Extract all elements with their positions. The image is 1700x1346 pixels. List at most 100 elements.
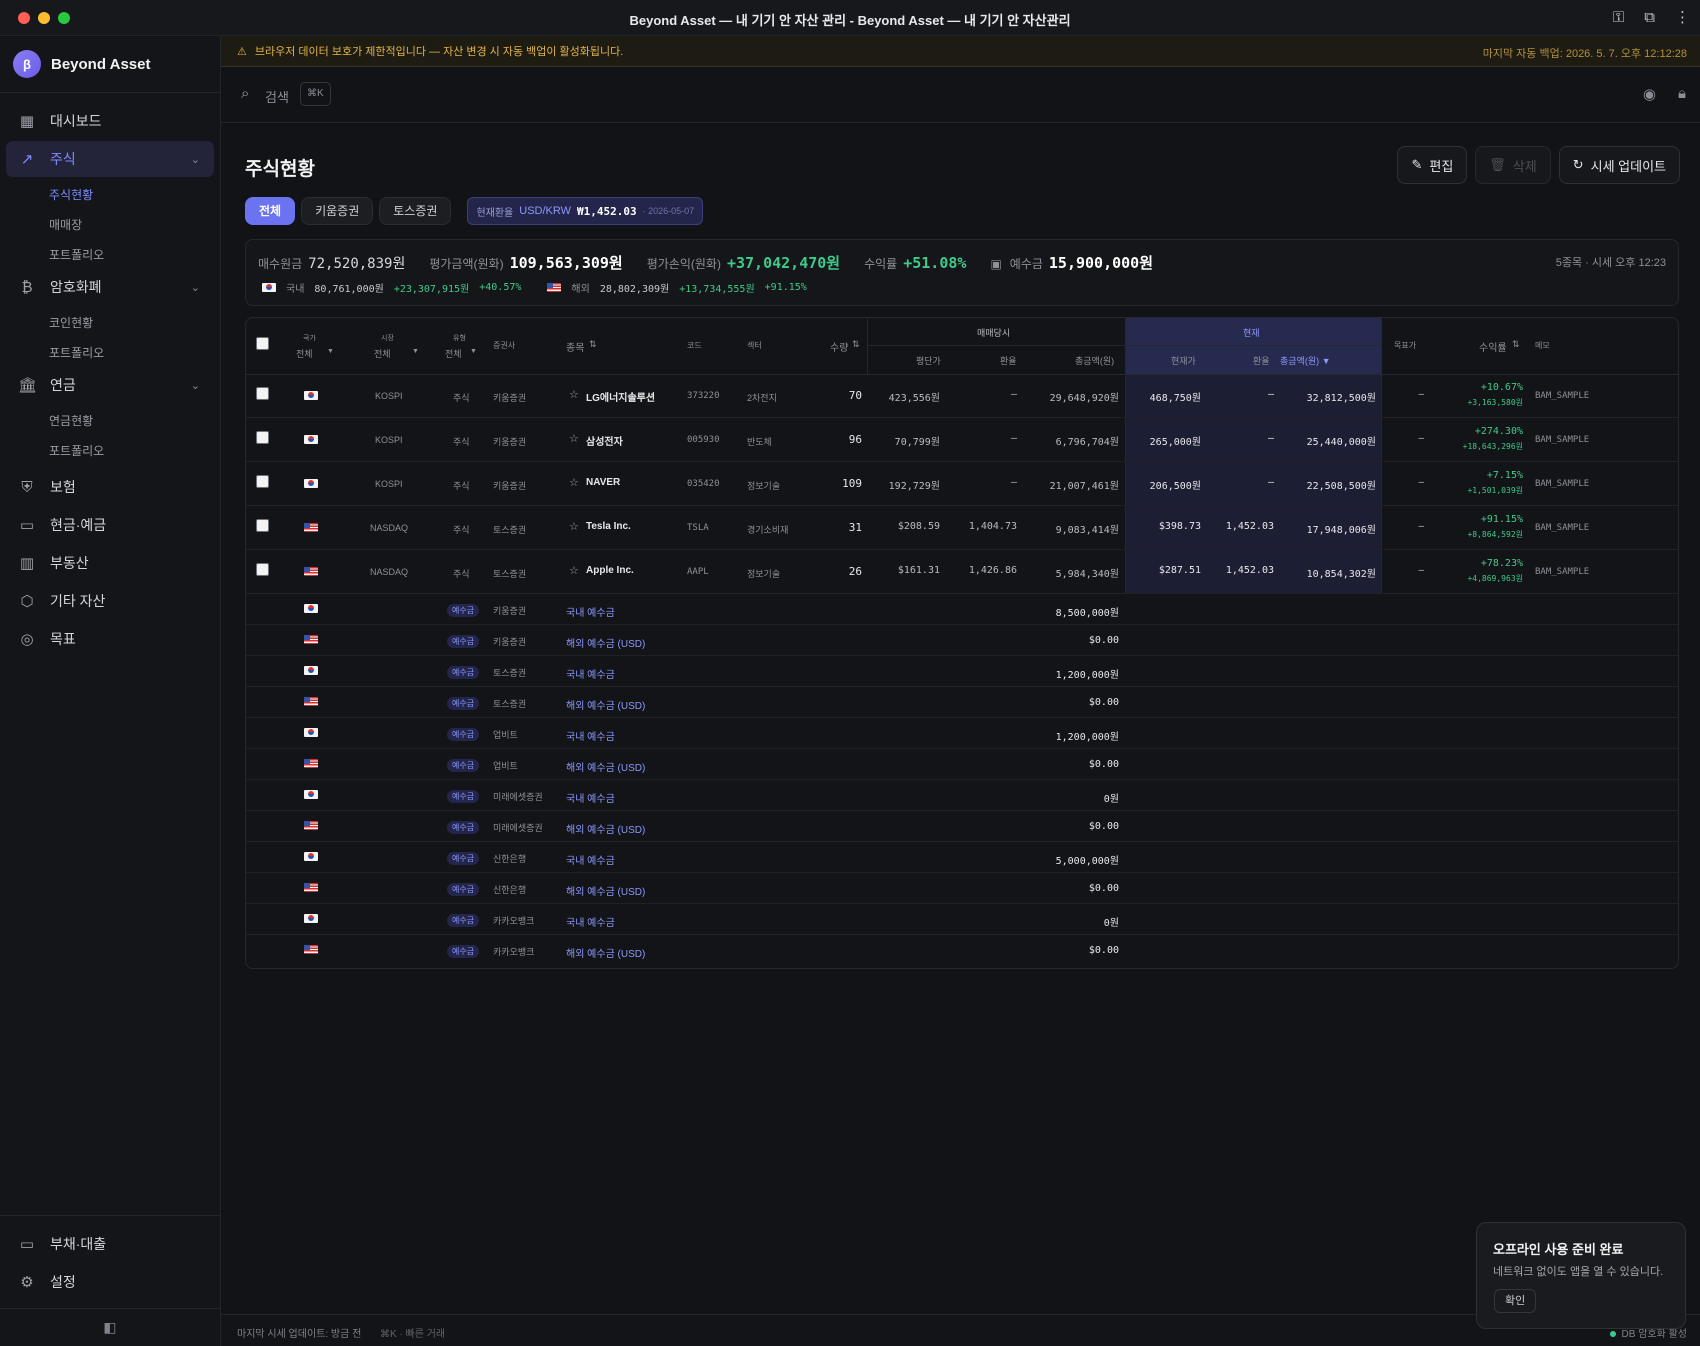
col-name[interactable]: 종목 <box>566 339 584 354</box>
favorite-star-icon[interactable]: ☆ <box>569 520 579 533</box>
update-prices-button[interactable]: ↻ 시세 업데이트 <box>1558 146 1680 184</box>
sidebar-subitem-coin-status[interactable]: 코인현황 <box>0 307 220 337</box>
sidebar-item-stocks[interactable]: ↗ 주식 ⌄ <box>6 141 214 177</box>
market-filter[interactable]: 전체 <box>374 347 391 360</box>
cell-code: TSLA <box>687 523 709 533</box>
deposit-badge: 예수금 <box>447 635 480 648</box>
sort-icon[interactable]: ⇅ <box>1512 339 1520 350</box>
tab-toss[interactable]: 토스증권 <box>379 197 452 225</box>
select-all-checkbox[interactable] <box>256 337 269 350</box>
sidebar-item-debt[interactable]: ▭ 부채·대출 <box>6 1226 214 1262</box>
deposit-name-link[interactable]: 국내 예수금 <box>566 728 615 743</box>
table-row[interactable]: KOSPI 주식 키움증권 ☆ LG에너지솔루션 373220 2차전지 70 … <box>246 374 1678 418</box>
row-checkbox[interactable] <box>256 563 269 576</box>
country-filter[interactable]: 전체 <box>296 347 313 360</box>
cell-broker: 미래에셋증권 <box>493 823 543 833</box>
eye-icon[interactable]: ◉ <box>1643 85 1656 103</box>
deposit-row[interactable]: 예수금 신한은행 해외 예수금 (USD) $0.00 <box>246 873 1678 904</box>
deposit-name-link[interactable]: 국내 예수금 <box>566 914 615 929</box>
deposit-row[interactable]: 예수금 키움증권 해외 예수금 (USD) $0.00 <box>246 625 1678 656</box>
deposit-name-link[interactable]: 국내 예수금 <box>566 666 615 681</box>
sidebar-item-real-estate[interactable]: ▥ 부동산 <box>6 545 214 581</box>
table-row[interactable]: KOSPI 주식 키움증권 ☆ 삼성전자 005930 반도체 96 70,79… <box>246 418 1678 462</box>
deposit-name-link[interactable]: 국내 예수금 <box>566 604 615 619</box>
deposit-row[interactable]: 예수금 신한은행 국내 예수금 5,000,000원 <box>246 842 1678 873</box>
col-return[interactable]: 수익률 <box>1479 339 1507 354</box>
cell-stock-name[interactable]: Tesla Inc. <box>586 521 631 532</box>
extension-icon[interactable]: ⧉ <box>1644 9 1655 26</box>
sidebar-item-other-assets[interactable]: ⬡ 기타 자산 <box>6 583 214 619</box>
cell-cur-total: 25,440,000원 <box>1306 437 1376 448</box>
tab-kiwoom[interactable]: 키움증권 <box>301 197 374 225</box>
key-icon[interactable]: ⚿ <box>1613 9 1624 26</box>
deposit-row[interactable]: 예수금 키움증권 국내 예수금 8,500,000원 <box>246 594 1678 625</box>
exchange-rate-badge[interactable]: 현재환율 USD/KRW ₩1,452.03 · 2026-05-07 <box>467 197 704 225</box>
sidebar-item-pension[interactable]: 🏛 연금 ⌄ <box>6 367 214 403</box>
brand[interactable]: β Beyond Asset <box>0 36 220 93</box>
sidebar-subitem-stock-portfolio[interactable]: 포트폴리오 <box>0 239 220 269</box>
sort-icon[interactable]: ⇅ <box>852 339 860 350</box>
sidebar-item-goals[interactable]: ◎ 목표 <box>6 621 214 657</box>
deposit-row[interactable]: 예수금 토스증권 해외 예수금 (USD) $0.00 <box>246 687 1678 718</box>
sidebar-subitem-pension-portfolio[interactable]: 포트폴리오 <box>0 435 220 465</box>
sidebar-item-dashboard[interactable]: ▦ 대시보드 <box>6 103 214 139</box>
tab-all[interactable]: 전체 <box>245 197 296 225</box>
col-qty[interactable]: 수량 <box>830 339 848 354</box>
deposit-row[interactable]: 예수금 카카오뱅크 해외 예수금 (USD) $0.00 <box>246 935 1678 966</box>
search-input[interactable]: 검색 <box>265 87 289 106</box>
more-menu-icon[interactable]: ⋮ <box>1675 8 1690 26</box>
sidebar-item-insurance[interactable]: ⛨ 보험 <box>6 469 214 505</box>
favorite-star-icon[interactable]: ☆ <box>569 388 579 401</box>
deposit-amount: 0원 <box>1103 794 1119 805</box>
table-row[interactable]: NASDAQ 주식 토스증권 ☆ Tesla Inc. TSLA 경기소비재 3… <box>246 506 1678 550</box>
deposit-row[interactable]: 예수금 카카오뱅크 국내 예수금 0원 <box>246 904 1678 935</box>
table-row[interactable]: KOSPI 주식 키움증권 ☆ NAVER 035420 정보기술 109 19… <box>246 462 1678 506</box>
deposit-name-link[interactable]: 해외 예수금 (USD) <box>566 759 645 774</box>
cell-target: – <box>1418 389 1424 400</box>
cell-stock-name[interactable]: 삼성전자 <box>586 433 623 448</box>
cell-stock-name[interactable]: NAVER <box>586 477 620 488</box>
row-checkbox[interactable] <box>256 387 269 400</box>
sidebar-item-cash[interactable]: ▭ 현금·예금 <box>6 507 214 543</box>
cell-buy-fx: – <box>1010 389 1017 400</box>
deposit-name-link[interactable]: 해외 예수금 (USD) <box>566 697 645 712</box>
favorite-star-icon[interactable]: ☆ <box>569 564 579 577</box>
sidebar-item-settings[interactable]: ⚙ 설정 <box>6 1264 214 1300</box>
sidebar-subitem-trade-log[interactable]: 매매장 <box>0 209 220 239</box>
sidebar-subitem-crypto-portfolio[interactable]: 포트폴리오 <box>0 337 220 367</box>
deposit-name-link[interactable]: 해외 예수금 (USD) <box>566 945 645 960</box>
row-checkbox[interactable] <box>256 519 269 532</box>
caret-down-icon: ▼ <box>412 348 419 355</box>
edit-button[interactable]: ✎ 편집 <box>1397 146 1468 184</box>
row-checkbox[interactable] <box>256 431 269 444</box>
deposit-name-link[interactable]: 국내 예수금 <box>566 852 615 867</box>
sidebar-subitem-stock-status[interactable]: 주식현황 <box>0 179 220 209</box>
deposit-row[interactable]: 예수금 미래에셋증권 해외 예수금 (USD) $0.00 <box>246 811 1678 842</box>
type-filter[interactable]: 전체 <box>445 347 462 360</box>
sidebar-item-crypto[interactable]: ₿ 암호화폐 ⌄ <box>6 269 214 305</box>
deposit-row[interactable]: 예수금 업비트 해외 예수금 (USD) $0.00 <box>246 749 1678 780</box>
deposit-name-link[interactable]: 해외 예수금 (USD) <box>566 883 645 898</box>
sort-icon[interactable]: ⇅ <box>589 339 597 350</box>
lock-icon[interactable]: 🔒︎ <box>1678 85 1686 103</box>
cell-sector: 경기소비재 <box>747 525 789 535</box>
deposit-amount: 1,200,000원 <box>1055 670 1119 681</box>
deposit-row[interactable]: 예수금 업비트 국내 예수금 1,200,000원 <box>246 718 1678 749</box>
cell-stock-name[interactable]: LG에너지솔루션 <box>586 389 655 404</box>
delete-button[interactable]: 🗑︎ 삭제 <box>1475 146 1551 184</box>
favorite-star-icon[interactable]: ☆ <box>569 476 579 489</box>
cell-cur-price: $287.51 <box>1158 565 1201 576</box>
deposit-name-link[interactable]: 국내 예수금 <box>566 790 615 805</box>
table-row[interactable]: NASDAQ 주식 토스증권 ☆ Apple Inc. AAPL 정보기술 26… <box>246 550 1678 594</box>
sidebar-subitem-pension-status[interactable]: 연금현황 <box>0 405 220 435</box>
cell-stock-name[interactable]: Apple Inc. <box>586 565 634 576</box>
deposit-row[interactable]: 예수금 토스증권 국내 예수금 1,200,000원 <box>246 656 1678 687</box>
collapse-sidebar-button[interactable]: ◧ <box>0 1308 220 1346</box>
deposit-name-link[interactable]: 해외 예수금 (USD) <box>566 635 645 650</box>
deposit-row[interactable]: 예수금 미래에셋증권 국내 예수금 0원 <box>246 780 1678 811</box>
favorite-star-icon[interactable]: ☆ <box>569 432 579 445</box>
row-checkbox[interactable] <box>256 475 269 488</box>
col-cur-total-sorted[interactable]: 총금액(원) ▼ <box>1280 354 1331 367</box>
deposit-name-link[interactable]: 해외 예수금 (USD) <box>566 821 645 836</box>
toast-ok-button[interactable]: 확인 <box>1494 1289 1537 1313</box>
